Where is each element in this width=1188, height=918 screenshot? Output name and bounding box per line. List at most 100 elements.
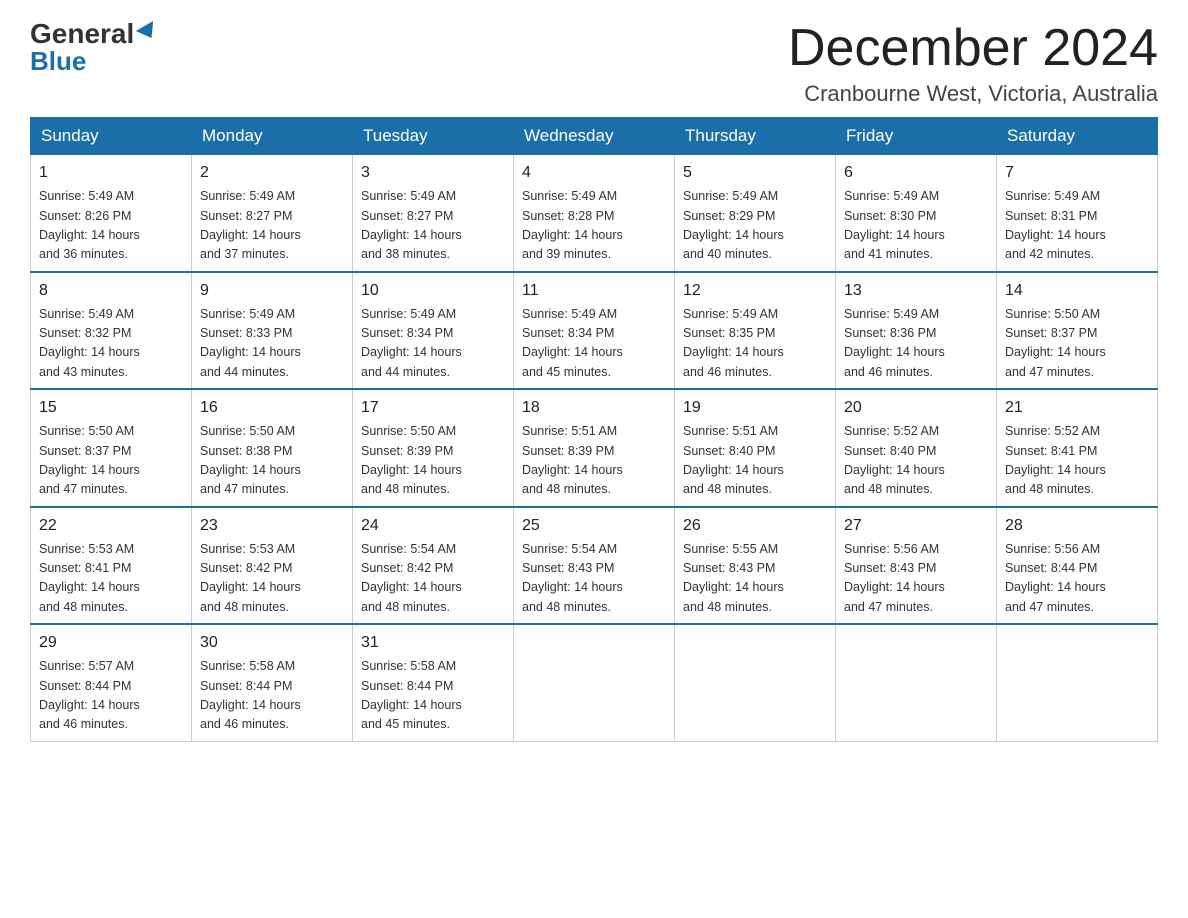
daylight-text: Daylight: 14 hours bbox=[361, 228, 462, 242]
sunrise-text: Sunrise: 5:49 AM bbox=[844, 307, 939, 321]
calendar-cell: 17Sunrise: 5:50 AMSunset: 8:39 PMDayligh… bbox=[353, 389, 514, 507]
sunset-text: Sunset: 8:36 PM bbox=[844, 326, 936, 340]
sunset-text: Sunset: 8:39 PM bbox=[361, 444, 453, 458]
calendar-cell: 16Sunrise: 5:50 AMSunset: 8:38 PMDayligh… bbox=[192, 389, 353, 507]
day-number: 9 bbox=[200, 279, 344, 303]
sunrise-text: Sunrise: 5:53 AM bbox=[200, 542, 295, 556]
day-number: 22 bbox=[39, 514, 183, 538]
calendar-week-row-5: 29Sunrise: 5:57 AMSunset: 8:44 PMDayligh… bbox=[31, 624, 1158, 741]
daylight-text: Daylight: 14 hours bbox=[1005, 228, 1106, 242]
sunrise-text: Sunrise: 5:50 AM bbox=[39, 424, 134, 438]
day-info: Sunrise: 5:49 AMSunset: 8:27 PMDaylight:… bbox=[200, 187, 344, 265]
calendar-cell bbox=[997, 624, 1158, 741]
day-number: 17 bbox=[361, 396, 505, 420]
daylight-text: Daylight: 14 hours bbox=[522, 463, 623, 477]
daylight-minutes-text: and 46 minutes. bbox=[39, 717, 128, 731]
daylight-minutes-text: and 48 minutes. bbox=[683, 600, 772, 614]
calendar-cell: 2Sunrise: 5:49 AMSunset: 8:27 PMDaylight… bbox=[192, 155, 353, 272]
sunset-text: Sunset: 8:27 PM bbox=[200, 209, 292, 223]
title-area: December 2024 Cranbourne West, Victoria,… bbox=[788, 20, 1158, 107]
daylight-minutes-text: and 47 minutes. bbox=[844, 600, 933, 614]
daylight-text: Daylight: 14 hours bbox=[522, 580, 623, 594]
sunrise-text: Sunrise: 5:54 AM bbox=[361, 542, 456, 556]
sunset-text: Sunset: 8:44 PM bbox=[39, 679, 131, 693]
daylight-minutes-text: and 45 minutes. bbox=[522, 365, 611, 379]
daylight-text: Daylight: 14 hours bbox=[1005, 463, 1106, 477]
calendar-week-row-2: 8Sunrise: 5:49 AMSunset: 8:32 PMDaylight… bbox=[31, 272, 1158, 390]
calendar-cell: 31Sunrise: 5:58 AMSunset: 8:44 PMDayligh… bbox=[353, 624, 514, 741]
sunset-text: Sunset: 8:35 PM bbox=[683, 326, 775, 340]
sunrise-text: Sunrise: 5:56 AM bbox=[1005, 542, 1100, 556]
sunrise-text: Sunrise: 5:52 AM bbox=[1005, 424, 1100, 438]
sunrise-text: Sunrise: 5:51 AM bbox=[683, 424, 778, 438]
sunrise-text: Sunrise: 5:50 AM bbox=[200, 424, 295, 438]
sunrise-text: Sunrise: 5:50 AM bbox=[361, 424, 456, 438]
daylight-text: Daylight: 14 hours bbox=[522, 228, 623, 242]
daylight-minutes-text: and 45 minutes. bbox=[361, 717, 450, 731]
daylight-text: Daylight: 14 hours bbox=[39, 580, 140, 594]
sunset-text: Sunset: 8:34 PM bbox=[361, 326, 453, 340]
calendar-cell: 19Sunrise: 5:51 AMSunset: 8:40 PMDayligh… bbox=[675, 389, 836, 507]
column-header-wednesday: Wednesday bbox=[514, 118, 675, 155]
day-number: 3 bbox=[361, 161, 505, 185]
day-info: Sunrise: 5:49 AMSunset: 8:32 PMDaylight:… bbox=[39, 305, 183, 383]
day-info: Sunrise: 5:49 AMSunset: 8:36 PMDaylight:… bbox=[844, 305, 988, 383]
calendar-cell: 27Sunrise: 5:56 AMSunset: 8:43 PMDayligh… bbox=[836, 507, 997, 625]
daylight-minutes-text: and 48 minutes. bbox=[522, 600, 611, 614]
daylight-text: Daylight: 14 hours bbox=[844, 580, 945, 594]
calendar-cell: 18Sunrise: 5:51 AMSunset: 8:39 PMDayligh… bbox=[514, 389, 675, 507]
sunrise-text: Sunrise: 5:55 AM bbox=[683, 542, 778, 556]
daylight-minutes-text: and 37 minutes. bbox=[200, 247, 289, 261]
daylight-minutes-text: and 46 minutes. bbox=[844, 365, 933, 379]
daylight-minutes-text: and 40 minutes. bbox=[683, 247, 772, 261]
sunset-text: Sunset: 8:33 PM bbox=[200, 326, 292, 340]
daylight-minutes-text: and 47 minutes. bbox=[1005, 600, 1094, 614]
daylight-text: Daylight: 14 hours bbox=[683, 228, 784, 242]
day-info: Sunrise: 5:58 AMSunset: 8:44 PMDaylight:… bbox=[361, 657, 505, 735]
sunset-text: Sunset: 8:32 PM bbox=[39, 326, 131, 340]
day-info: Sunrise: 5:50 AMSunset: 8:38 PMDaylight:… bbox=[200, 422, 344, 500]
day-number: 27 bbox=[844, 514, 988, 538]
daylight-minutes-text: and 36 minutes. bbox=[39, 247, 128, 261]
calendar-cell: 10Sunrise: 5:49 AMSunset: 8:34 PMDayligh… bbox=[353, 272, 514, 390]
daylight-minutes-text: and 47 minutes. bbox=[39, 482, 128, 496]
calendar-cell: 13Sunrise: 5:49 AMSunset: 8:36 PMDayligh… bbox=[836, 272, 997, 390]
daylight-minutes-text: and 46 minutes. bbox=[200, 717, 289, 731]
day-number: 6 bbox=[844, 161, 988, 185]
calendar-cell: 1Sunrise: 5:49 AMSunset: 8:26 PMDaylight… bbox=[31, 155, 192, 272]
sunrise-text: Sunrise: 5:49 AM bbox=[683, 189, 778, 203]
daylight-text: Daylight: 14 hours bbox=[361, 345, 462, 359]
calendar-week-row-4: 22Sunrise: 5:53 AMSunset: 8:41 PMDayligh… bbox=[31, 507, 1158, 625]
logo-blue: Blue bbox=[30, 46, 86, 77]
day-number: 14 bbox=[1005, 279, 1149, 303]
day-number: 24 bbox=[361, 514, 505, 538]
daylight-minutes-text: and 47 minutes. bbox=[200, 482, 289, 496]
day-info: Sunrise: 5:52 AMSunset: 8:41 PMDaylight:… bbox=[1005, 422, 1149, 500]
calendar-cell: 21Sunrise: 5:52 AMSunset: 8:41 PMDayligh… bbox=[997, 389, 1158, 507]
day-number: 21 bbox=[1005, 396, 1149, 420]
month-year-title: December 2024 bbox=[788, 20, 1158, 77]
column-header-tuesday: Tuesday bbox=[353, 118, 514, 155]
daylight-minutes-text: and 48 minutes. bbox=[1005, 482, 1094, 496]
daylight-text: Daylight: 14 hours bbox=[361, 698, 462, 712]
sunset-text: Sunset: 8:39 PM bbox=[522, 444, 614, 458]
sunset-text: Sunset: 8:44 PM bbox=[200, 679, 292, 693]
day-info: Sunrise: 5:49 AMSunset: 8:31 PMDaylight:… bbox=[1005, 187, 1149, 265]
sunset-text: Sunset: 8:26 PM bbox=[39, 209, 131, 223]
calendar-cell: 24Sunrise: 5:54 AMSunset: 8:42 PMDayligh… bbox=[353, 507, 514, 625]
day-info: Sunrise: 5:49 AMSunset: 8:33 PMDaylight:… bbox=[200, 305, 344, 383]
sunrise-text: Sunrise: 5:49 AM bbox=[1005, 189, 1100, 203]
calendar-cell: 4Sunrise: 5:49 AMSunset: 8:28 PMDaylight… bbox=[514, 155, 675, 272]
day-number: 19 bbox=[683, 396, 827, 420]
daylight-text: Daylight: 14 hours bbox=[200, 698, 301, 712]
daylight-text: Daylight: 14 hours bbox=[200, 463, 301, 477]
daylight-text: Daylight: 14 hours bbox=[844, 463, 945, 477]
sunrise-text: Sunrise: 5:49 AM bbox=[844, 189, 939, 203]
daylight-minutes-text: and 48 minutes. bbox=[39, 600, 128, 614]
sunrise-text: Sunrise: 5:52 AM bbox=[844, 424, 939, 438]
day-info: Sunrise: 5:51 AMSunset: 8:39 PMDaylight:… bbox=[522, 422, 666, 500]
column-header-saturday: Saturday bbox=[997, 118, 1158, 155]
calendar-cell: 20Sunrise: 5:52 AMSunset: 8:40 PMDayligh… bbox=[836, 389, 997, 507]
calendar-cell: 28Sunrise: 5:56 AMSunset: 8:44 PMDayligh… bbox=[997, 507, 1158, 625]
calendar-cell: 26Sunrise: 5:55 AMSunset: 8:43 PMDayligh… bbox=[675, 507, 836, 625]
